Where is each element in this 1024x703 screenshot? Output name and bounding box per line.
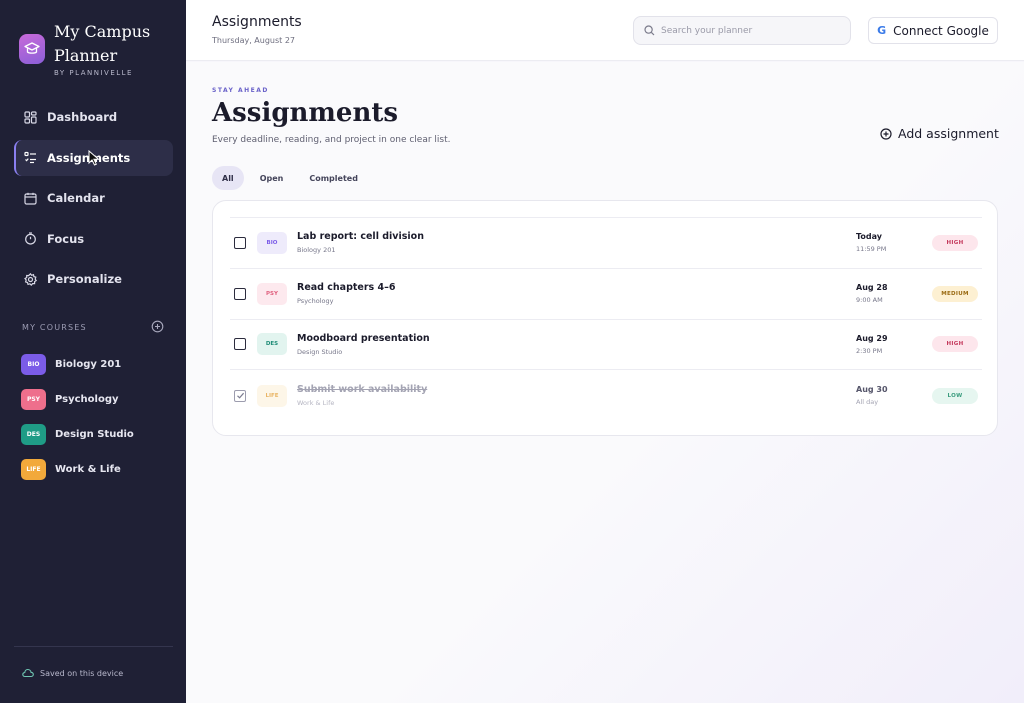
search-input[interactable] xyxy=(661,25,831,36)
main-content: STAY AHEAD Assignments Every deadline, r… xyxy=(186,62,1024,703)
assignment-row[interactable]: DES Moodboard presentation Design Studio… xyxy=(230,320,982,371)
course-name: Psychology xyxy=(55,393,119,405)
course-name: Design Studio xyxy=(55,429,134,441)
plus-circle-icon xyxy=(880,127,892,140)
due-date: Today xyxy=(856,232,882,242)
courses-heading-label: MY COURSES xyxy=(22,323,87,332)
gear-icon xyxy=(23,272,37,286)
saved-text: Saved on this device xyxy=(40,668,124,678)
tab-completed[interactable]: Completed xyxy=(299,166,368,190)
assignment-row[interactable]: BIO Lab report: cell division Biology 20… xyxy=(230,218,982,269)
courses-heading: MY COURSES xyxy=(22,320,164,335)
assignments-card: BIO Lab report: cell division Biology 20… xyxy=(212,200,998,436)
search-icon xyxy=(644,25,655,36)
course-badge: BIO xyxy=(21,353,46,375)
assignment-title: Submit work availability xyxy=(297,384,428,396)
add-assignment-button[interactable]: Add assignment xyxy=(880,126,999,141)
priority-badge: HIGH xyxy=(932,336,978,353)
sidebar-nav: Dashboard Assignments Calendar Focus Per… xyxy=(14,99,173,302)
sidebar-item-dashboard[interactable]: Dashboard xyxy=(14,99,173,135)
check-icon xyxy=(236,393,244,399)
sidebar-item-label: Personalize xyxy=(47,272,122,286)
assignment-course: Work & Life xyxy=(297,399,335,408)
eyebrow: STAY AHEAD xyxy=(212,87,269,94)
complete-checkbox[interactable] xyxy=(234,389,246,402)
tab-open[interactable]: Open xyxy=(250,166,294,190)
due-time: 9:00 AM xyxy=(856,296,883,305)
course-badge: PSY xyxy=(21,388,46,410)
assignment-course: Design Studio xyxy=(297,347,343,356)
page-title: Assignments xyxy=(212,14,302,30)
due-date: Aug 30 xyxy=(856,385,888,395)
course-badge: LIFE xyxy=(21,459,46,481)
brand[interactable]: My Campus Planner BY PLANNIVELLE xyxy=(19,20,164,77)
filter-tabs: All Open Completed xyxy=(212,166,374,190)
search-box[interactable] xyxy=(633,16,851,45)
due-time: 2:30 PM xyxy=(856,346,883,355)
sidebar-item-focus[interactable]: Focus xyxy=(14,221,173,257)
due-time: All day xyxy=(856,398,879,407)
complete-checkbox[interactable] xyxy=(234,338,246,351)
course-item-work-life[interactable]: LIFE Work & Life xyxy=(21,458,134,482)
top-bar: Assignments Thursday, August 27 G Connec… xyxy=(186,0,1024,61)
tab-all[interactable]: All xyxy=(212,166,244,190)
sidebar-item-label: Dashboard xyxy=(47,110,118,124)
sidebar-item-personalize[interactable]: Personalize xyxy=(14,261,173,297)
course-item-psychology[interactable]: PSY Psychology xyxy=(21,387,134,411)
course-list: BIO Biology 201 PSY Psychology DES Desig… xyxy=(21,352,134,493)
mouse-cursor-icon xyxy=(88,150,100,166)
assignment-row[interactable]: LIFE Submit work availability Work & Lif… xyxy=(230,370,982,421)
course-tag: PSY xyxy=(257,282,287,305)
course-tag: DES xyxy=(257,333,287,356)
sidebar: My Campus Planner BY PLANNIVELLE Dashboa… xyxy=(0,0,186,703)
assignment-title: Lab report: cell division xyxy=(297,231,424,243)
priority-badge: LOW xyxy=(932,387,978,404)
assignment-course: Psychology xyxy=(297,297,334,306)
cloud-icon xyxy=(22,668,34,678)
connect-google-label: Connect Google xyxy=(893,23,989,38)
assignment-title: Moodboard presentation xyxy=(297,332,430,344)
calendar-icon xyxy=(23,191,37,205)
course-name: Biology 201 xyxy=(55,358,122,370)
assignment-title: Read chapters 4–6 xyxy=(297,282,396,294)
dashboard-icon xyxy=(23,110,37,124)
add-assignment-label: Add assignment xyxy=(898,126,999,141)
timer-icon xyxy=(23,232,37,246)
list-icon xyxy=(23,151,37,165)
priority-badge: MEDIUM xyxy=(932,285,978,302)
add-course-icon[interactable] xyxy=(151,320,164,335)
sidebar-item-label: Focus xyxy=(47,231,85,246)
course-tag: LIFE xyxy=(257,384,287,407)
complete-checkbox[interactable] xyxy=(234,287,246,300)
course-tag: BIO xyxy=(257,231,287,254)
complete-checkbox[interactable] xyxy=(234,236,246,249)
course-badge: DES xyxy=(21,424,46,446)
connect-google-button[interactable]: G Connect Google xyxy=(868,17,998,44)
course-name: Work & Life xyxy=(55,464,121,476)
sidebar-divider xyxy=(14,646,173,647)
due-time: 11:59 PM xyxy=(856,245,887,254)
sidebar-item-label: Calendar xyxy=(47,191,105,205)
brand-title: My Campus Planner xyxy=(54,22,151,65)
assignment-row[interactable]: PSY Read chapters 4–6 Psychology Aug 28 … xyxy=(230,269,982,320)
course-item-biology[interactable]: BIO Biology 201 xyxy=(21,352,134,376)
priority-badge: HIGH xyxy=(932,234,978,251)
section-title: Assignments xyxy=(212,98,399,128)
google-icon: G xyxy=(877,24,887,37)
assignment-list: BIO Lab report: cell division Biology 20… xyxy=(230,217,982,421)
assignment-course: Biology 201 xyxy=(297,246,336,255)
current-date: Thursday, August 27 xyxy=(212,36,296,45)
due-date: Aug 28 xyxy=(856,283,888,293)
due-date: Aug 29 xyxy=(856,333,888,343)
graduation-cap-icon xyxy=(19,34,45,64)
brand-subtitle: BY PLANNIVELLE xyxy=(54,69,133,77)
section-subtitle: Every deadline, reading, and project in … xyxy=(212,135,451,145)
course-item-design-studio[interactable]: DES Design Studio xyxy=(21,423,134,447)
saved-status: Saved on this device xyxy=(22,668,123,678)
sidebar-item-calendar[interactable]: Calendar xyxy=(14,180,173,216)
